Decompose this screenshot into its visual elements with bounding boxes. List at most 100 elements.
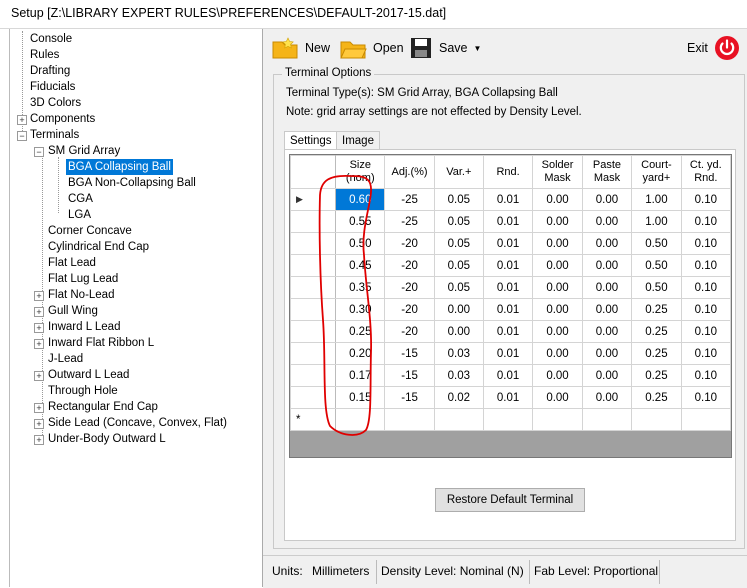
tree-item-under-body-outward-l[interactable]: Under-Body Outward L: [48, 431, 166, 447]
tree-item-through-hole[interactable]: Through Hole: [48, 383, 118, 399]
table-cell[interactable]: [631, 408, 682, 431]
table-cell[interactable]: 0.00: [581, 298, 633, 321]
table-cell[interactable]: 0.05: [433, 188, 484, 211]
collapse-icon[interactable]: −: [17, 131, 27, 141]
table-cell[interactable]: 0.01: [482, 276, 534, 299]
table-cell[interactable]: -25: [384, 188, 435, 211]
table-cell[interactable]: 0.00: [581, 276, 633, 299]
table-cell[interactable]: 0.00: [581, 188, 633, 211]
table-cell[interactable]: 0.10: [680, 232, 731, 255]
table-cell[interactable]: 0.01: [482, 386, 534, 409]
table-cell[interactable]: 0.00: [532, 342, 583, 365]
table-cell[interactable]: 0.00: [581, 386, 633, 409]
expand-icon[interactable]: +: [34, 291, 44, 301]
table-cell[interactable]: 0.25: [631, 364, 682, 387]
expand-icon[interactable]: +: [34, 419, 44, 429]
table-cell[interactable]: 0.10: [680, 386, 731, 409]
table-cell[interactable]: 0.35: [335, 276, 386, 299]
table-cell[interactable]: 0.20: [335, 342, 386, 365]
settings-table[interactable]: Size (nom) Adj.(%) Var.+ Rnd. Solder Mas…: [290, 155, 731, 431]
tree-item-outward-l-lead[interactable]: Outward L Lead: [48, 367, 129, 383]
expand-icon[interactable]: +: [34, 323, 44, 333]
table-cell[interactable]: 0.03: [433, 342, 484, 365]
table-cell[interactable]: [335, 408, 386, 431]
table-row[interactable]: 0.45 -20 0.05 0.01 0.00 0.00 0.50 0.10: [290, 254, 731, 277]
tree-item-sm-grid-array[interactable]: SM Grid Array: [48, 143, 120, 159]
table-cell[interactable]: 0.00: [581, 210, 633, 233]
table-cell[interactable]: 0.00: [532, 210, 583, 233]
column-header[interactable]: Paste Mask: [581, 155, 633, 189]
table-cell[interactable]: 0.00: [532, 364, 583, 387]
tree-item-console[interactable]: Console: [30, 31, 72, 47]
table-cell[interactable]: 0.25: [631, 386, 682, 409]
table-row[interactable]: 0.30 -20 0.00 0.01 0.00 0.00 0.25 0.10: [290, 298, 731, 321]
table-cell[interactable]: 0.00: [581, 342, 633, 365]
open-button[interactable]: Open: [339, 35, 404, 61]
row-header[interactable]: [290, 298, 337, 321]
tree-item-side-lead[interactable]: Side Lead (Concave, Convex, Flat): [48, 415, 227, 431]
collapse-icon[interactable]: −: [34, 147, 44, 157]
table-cell[interactable]: 0.55: [335, 210, 386, 233]
table-cell[interactable]: 0.50: [335, 232, 386, 255]
column-header[interactable]: Solder Mask: [532, 155, 583, 189]
table-cell[interactable]: 0.02: [433, 386, 484, 409]
new-row[interactable]: *: [290, 408, 731, 431]
table-cell[interactable]: 0.17: [335, 364, 386, 387]
table-cell[interactable]: 0.10: [680, 320, 731, 343]
tree-item-fiducials[interactable]: Fiducials: [30, 79, 75, 95]
table-row[interactable]: ▶ 0.60 -25 0.05 0.01 0.00 0.00 1.00 0.10: [290, 188, 731, 211]
table-cell[interactable]: 0.00: [581, 232, 633, 255]
tree-item-inward-l-lead[interactable]: Inward L Lead: [48, 319, 120, 335]
expand-icon[interactable]: +: [34, 307, 44, 317]
table-cell[interactable]: 0.10: [680, 276, 731, 299]
column-header[interactable]: Size (nom): [335, 155, 386, 189]
table-cell[interactable]: [532, 408, 583, 431]
expand-icon[interactable]: +: [34, 339, 44, 349]
tree-item-cylindrical-end-cap[interactable]: Cylindrical End Cap: [48, 239, 149, 255]
table-cell[interactable]: 0.00: [581, 320, 633, 343]
table-cell[interactable]: 0.00: [433, 298, 484, 321]
table-cell[interactable]: 0.01: [482, 298, 534, 321]
new-button[interactable]: New: [271, 35, 330, 61]
table-cell[interactable]: 0.00: [532, 188, 583, 211]
table-cell[interactable]: 0.10: [680, 210, 731, 233]
table-cell[interactable]: [482, 408, 534, 431]
table-cell[interactable]: [680, 408, 731, 431]
row-header[interactable]: [290, 210, 337, 233]
table-cell[interactable]: 0.10: [680, 254, 731, 277]
tree-item-cga[interactable]: CGA: [68, 191, 93, 207]
column-header[interactable]: Rnd.: [482, 155, 534, 189]
table-cell[interactable]: 0.05: [433, 254, 484, 277]
expand-icon[interactable]: +: [34, 435, 44, 445]
table-cell[interactable]: -25: [384, 210, 435, 233]
tree-item-bga-non-collapsing-ball[interactable]: BGA Non-Collapsing Ball: [68, 175, 196, 191]
tree-item-gull-wing[interactable]: Gull Wing: [48, 303, 98, 319]
table-cell[interactable]: 0.01: [482, 210, 534, 233]
table-row[interactable]: 0.25 -20 0.00 0.01 0.00 0.00 0.25 0.10: [290, 320, 731, 343]
table-cell[interactable]: -15: [384, 386, 435, 409]
table-cell[interactable]: 0.10: [680, 188, 731, 211]
tree-item-rules[interactable]: Rules: [30, 47, 59, 63]
tree-item-rectangular-end-cap[interactable]: Rectangular End Cap: [48, 399, 158, 415]
table-cell[interactable]: 0.00: [532, 232, 583, 255]
table-cell[interactable]: 0.30: [335, 298, 386, 321]
table-cell[interactable]: 0.00: [581, 254, 633, 277]
tree-item-inward-flat-ribbon-l[interactable]: Inward Flat Ribbon L: [48, 335, 154, 351]
tree-item-flat-lead[interactable]: Flat Lead: [48, 255, 96, 271]
row-header[interactable]: [290, 342, 337, 365]
row-header[interactable]: [290, 364, 337, 387]
table-cell[interactable]: 1.00: [631, 210, 682, 233]
table-cell[interactable]: 0.00: [532, 386, 583, 409]
table-cell[interactable]: 0.50: [631, 232, 682, 255]
tree-item-flat-no-lead[interactable]: Flat No-Lead: [48, 287, 114, 303]
table-cell[interactable]: 0.25: [631, 298, 682, 321]
restore-default-terminal-button[interactable]: Restore Default Terminal: [435, 488, 585, 512]
table-row[interactable]: 0.17 -15 0.03 0.01 0.00 0.00 0.25 0.10: [290, 364, 731, 387]
table-cell[interactable]: -20: [384, 320, 435, 343]
expand-icon[interactable]: +: [34, 403, 44, 413]
table-cell[interactable]: 0.00: [532, 320, 583, 343]
table-cell[interactable]: -15: [384, 364, 435, 387]
table-cell[interactable]: 0.00: [433, 320, 484, 343]
table-cell[interactable]: 0.05: [433, 232, 484, 255]
table-cell[interactable]: 0.00: [532, 254, 583, 277]
